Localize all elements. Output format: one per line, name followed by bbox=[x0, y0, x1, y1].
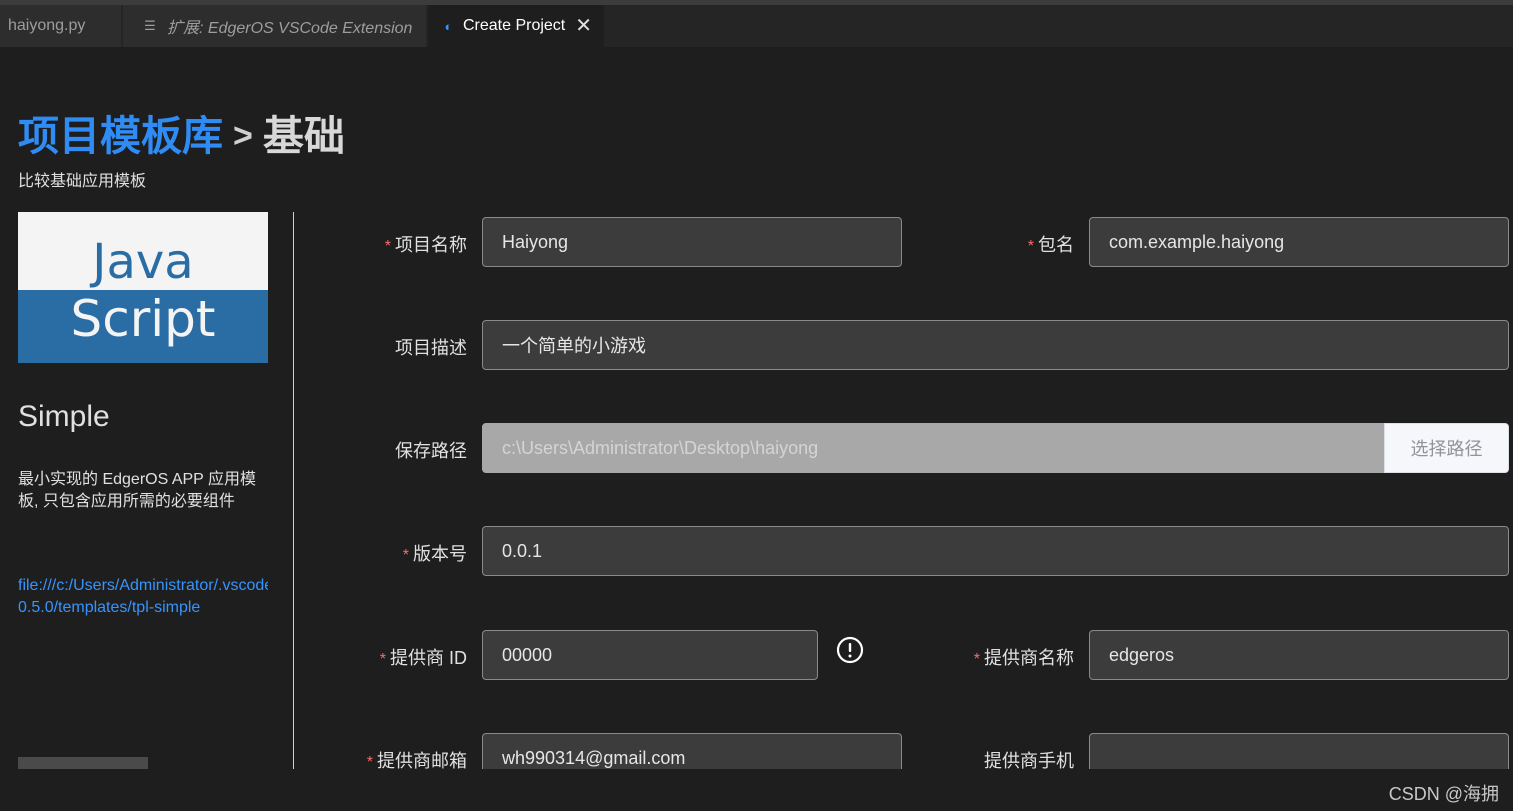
version-label: * 版本号 bbox=[402, 544, 467, 564]
version-input[interactable]: 0.0.1 bbox=[482, 526, 1509, 576]
sidebar-scrollbar[interactable] bbox=[18, 757, 148, 769]
panel-divider bbox=[293, 212, 294, 769]
package-name-input[interactable]: com.example.haiyong bbox=[1089, 217, 1509, 267]
close-icon[interactable]: ✕ bbox=[575, 16, 592, 36]
template-path-link[interactable]: file:///c:/Users/Administrator/.vscode 0… bbox=[18, 575, 268, 619]
vendor-name-input[interactable]: edgeros bbox=[1089, 630, 1509, 680]
logo-text-script: Script bbox=[70, 290, 215, 348]
save-path-input: c:\Users\Administrator\Desktop\haiyong bbox=[482, 423, 1385, 473]
tab-create-project[interactable]: ◐ Create Project ✕ bbox=[428, 5, 604, 47]
template-path-line1: file:///c:/Users/Administrator/.vscode bbox=[18, 577, 268, 594]
project-desc-label: 项目描述 bbox=[395, 338, 467, 358]
javascript-logo: Java Script bbox=[18, 212, 268, 363]
vendor-name-label: * 提供商名称 bbox=[973, 648, 1074, 668]
list-icon: ☰ bbox=[144, 18, 156, 33]
vendor-id-input[interactable]: 00000 bbox=[482, 630, 818, 680]
tab-extension[interactable]: ☰ 扩展: EdgerOS VSCode Extension bbox=[123, 5, 426, 47]
editor-tab-bar: haiyong.py ☰ 扩展: EdgerOS VSCode Extensio… bbox=[0, 5, 1513, 47]
project-desc-input[interactable]: 一个简单的小游戏 bbox=[482, 320, 1509, 370]
page-title: 项目模板库 > 基础 bbox=[18, 102, 345, 162]
required-mark: * bbox=[402, 547, 409, 564]
bottom-clip-area bbox=[0, 769, 1513, 811]
tab-haiyong-py[interactable]: haiyong.py bbox=[0, 5, 121, 47]
tab-label: 扩展: EdgerOS VSCode Extension bbox=[167, 20, 413, 37]
edgeros-icon: ◐ bbox=[444, 18, 453, 34]
exclamation-circle-icon[interactable] bbox=[836, 636, 864, 664]
breadcrumb-current: 基础 bbox=[262, 113, 345, 159]
required-mark: * bbox=[379, 651, 386, 668]
vendor-id-label: * 提供商 ID bbox=[379, 648, 467, 668]
breadcrumb-separator: > bbox=[233, 117, 253, 155]
save-path-label: 保存路径 bbox=[395, 441, 467, 461]
choose-path-button[interactable]: 选择路径 bbox=[1384, 423, 1509, 473]
required-mark: * bbox=[384, 238, 391, 255]
tab-label: haiyong.py bbox=[8, 17, 86, 34]
page-subtitle: 比较基础应用模板 bbox=[18, 173, 147, 190]
package-name-label: * 包名 bbox=[1027, 235, 1074, 255]
logo-text-java: Java bbox=[89, 234, 193, 290]
template-name: Simple bbox=[18, 400, 110, 433]
required-mark: * bbox=[1027, 238, 1034, 255]
template-description: 最小实现的 EdgerOS APP 应用模板, 只包含应用所需的必要组件 bbox=[18, 471, 256, 510]
template-path-line2: 0.5.0/templates/tpl-simple bbox=[18, 599, 201, 616]
tab-label: Create Project bbox=[462, 17, 566, 34]
required-mark: * bbox=[973, 651, 980, 668]
csdn-watermark: CSDN @海拥 bbox=[1388, 784, 1499, 804]
project-name-input[interactable]: Haiyong bbox=[482, 217, 902, 267]
breadcrumb-template-library[interactable]: 项目模板库 bbox=[18, 113, 223, 159]
project-name-label: * 项目名称 bbox=[384, 235, 467, 255]
